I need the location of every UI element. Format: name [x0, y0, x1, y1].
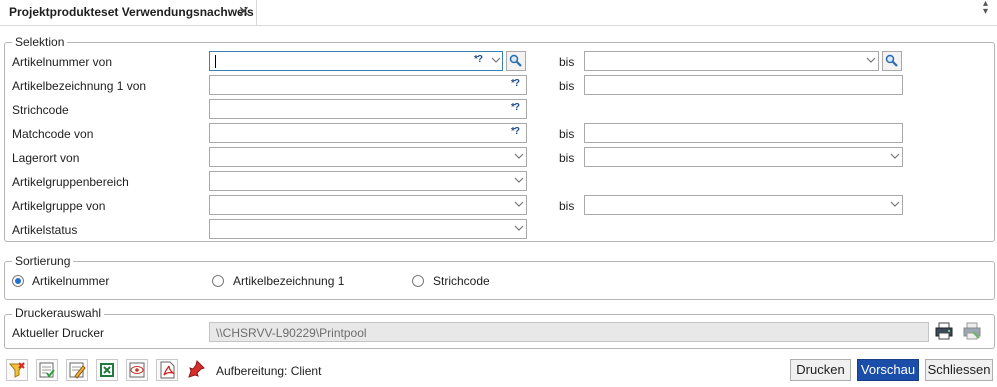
search-icon [885, 54, 898, 67]
printer-disabled-icon [963, 322, 981, 340]
chevron-down-icon[interactable] [890, 151, 900, 161]
lagerort-von-combobox[interactable] [209, 147, 527, 167]
tab-menu-icon[interactable]: ▴ ▾ [983, 0, 988, 17]
printer-value: \\CHSRVV-L90229\Printpool [216, 326, 367, 340]
artikelgruppe-bis-combobox[interactable] [584, 195, 903, 215]
printer-disabled-button[interactable] [962, 321, 982, 341]
wildcard-icon[interactable]: *? [474, 54, 483, 65]
label-bis-lagerort: bis [559, 151, 575, 165]
artikelnummer-bis-combobox[interactable] [584, 51, 879, 71]
chevron-down-icon[interactable] [514, 175, 524, 185]
filter-reset-button[interactable] [6, 359, 28, 381]
artikelnummer-bis-search-button[interactable] [882, 51, 902, 71]
artikelgruppenbereich-combobox[interactable] [209, 171, 527, 191]
schliessen-button[interactable]: Schliessen [925, 359, 993, 381]
chevron-down-icon[interactable] [514, 199, 524, 209]
checklist-icon [39, 362, 55, 378]
chevron-down-icon[interactable] [514, 151, 524, 161]
radio-label-artikelbezeichnung[interactable]: Artikelbezeichnung 1 [233, 274, 344, 288]
radio-label-strichcode[interactable]: Strichcode [433, 274, 490, 288]
strichcode-input[interactable]: *? [209, 99, 527, 119]
label-bis-artikelgruppe: bis [559, 199, 575, 213]
chevron-down-icon[interactable] [890, 199, 900, 209]
text-caret [215, 55, 216, 68]
artikelbezeichnung-von-input[interactable]: *? [209, 75, 527, 95]
tab-title: Projektprodukteset Verwendungsnachweis [9, 5, 254, 19]
label-artikelgruppenbereich: Artikelgruppenbereich [12, 175, 129, 189]
edit-list-button[interactable] [66, 359, 88, 381]
excel-export-icon [100, 363, 114, 377]
label-artikelgruppe-von: Artikelgruppe von [12, 199, 106, 213]
label-bis-artikelnummer: bis [559, 55, 575, 69]
radio-artikelbezeichnung[interactable] [212, 275, 224, 287]
artikelstatus-combobox[interactable] [209, 219, 527, 239]
radio-artikelnummer[interactable] [12, 275, 24, 287]
chevron-down-icon[interactable] [866, 55, 876, 65]
excel-export-button[interactable] [96, 359, 118, 381]
label-artikelnummer-von: Artikelnummer von [12, 55, 113, 69]
preview-eye-icon [129, 362, 145, 378]
label-strichcode: Strichcode [12, 103, 69, 117]
preview-button[interactable] [126, 359, 148, 381]
artikelbezeichnung-bis-input[interactable] [584, 75, 903, 95]
label-artikelstatus: Artikelstatus [12, 223, 78, 237]
wildcard-icon[interactable]: *? [511, 78, 520, 89]
printer-settings-icon [935, 322, 953, 340]
sortierung-legend: Sortierung [12, 254, 74, 268]
tab-verwendungsnachweis[interactable]: Projektprodukteset Verwendungsnachweis ✕ [0, 0, 257, 25]
label-aktueller-drucker: Aktueller Drucker [12, 326, 105, 340]
drucken-button[interactable]: Drucken [790, 359, 851, 381]
artikelnummer-von-search-button[interactable] [506, 51, 526, 71]
pin-icon [188, 360, 205, 378]
printer-settings-button[interactable] [934, 321, 954, 341]
checklist-button[interactable] [36, 359, 58, 381]
label-bis-matchcode: bis [559, 127, 575, 141]
matchcode-von-input[interactable]: *? [209, 123, 527, 143]
selektion-legend: Selektion [12, 35, 68, 49]
label-bis-artikelbezeichnung: bis [559, 79, 575, 93]
pdf-export-icon [160, 361, 176, 379]
sortierung-group [4, 261, 995, 300]
chevron-down-icon[interactable] [514, 223, 524, 233]
pdf-export-button[interactable] [156, 359, 178, 381]
label-matchcode-von: Matchcode von [12, 127, 94, 141]
artikelnummer-von-combobox[interactable]: *? [209, 51, 503, 71]
edit-list-icon [69, 362, 86, 379]
wildcard-icon[interactable]: *? [511, 102, 520, 113]
aufbereitung-label: Aufbereitung: Client [216, 364, 322, 378]
radio-strichcode[interactable] [412, 275, 424, 287]
filter-reset-icon [8, 362, 26, 378]
lagerort-bis-combobox[interactable] [584, 147, 903, 167]
label-lagerort-von: Lagerort von [12, 151, 80, 165]
printer-field: \\CHSRVV-L90229\Printpool [209, 322, 929, 342]
search-icon [509, 54, 522, 67]
wildcard-icon[interactable]: *? [511, 126, 520, 137]
chevron-down-icon[interactable] [491, 55, 501, 65]
druckerauswahl-legend: Druckerauswahl [12, 306, 105, 320]
artikelgruppe-von-combobox[interactable] [209, 195, 527, 215]
pin-button[interactable] [186, 359, 208, 381]
close-icon[interactable]: ✕ [238, 3, 250, 20]
vorschau-button[interactable]: Vorschau [857, 359, 919, 381]
matchcode-bis-input[interactable] [584, 123, 903, 143]
radio-label-artikelnummer[interactable]: Artikelnummer [32, 274, 109, 288]
label-artikelbezeichnung-von: Artikelbezeichnung 1 von [12, 79, 147, 93]
